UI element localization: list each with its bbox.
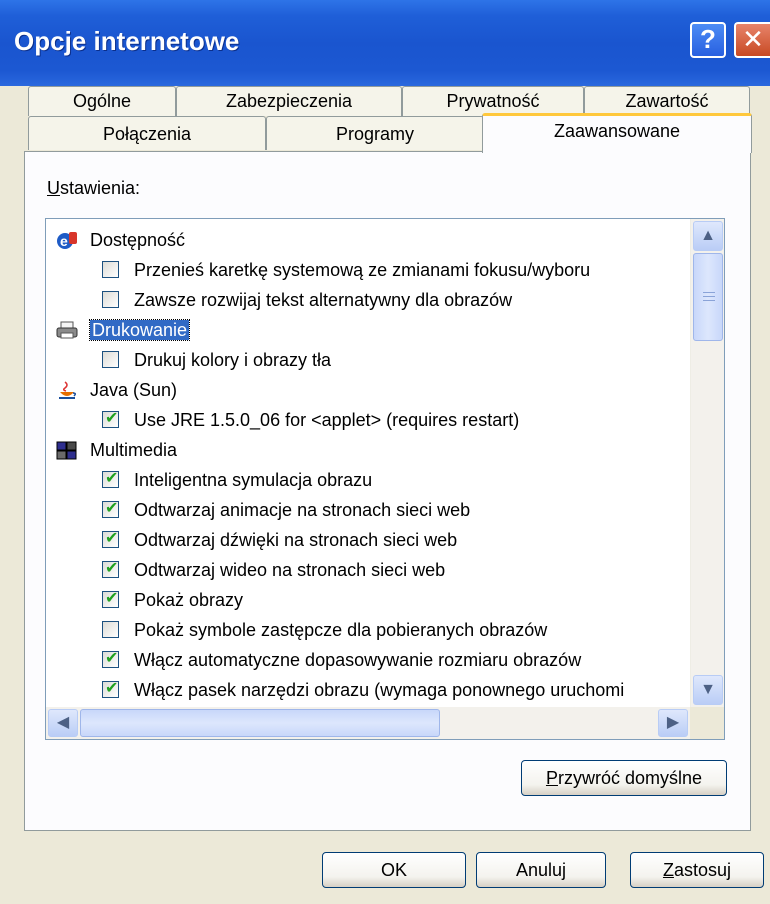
- tab-programs[interactable]: Programy: [266, 116, 484, 150]
- chevron-right-icon: ▶: [666, 714, 680, 731]
- checkbox[interactable]: ✔: [102, 470, 119, 488]
- list-item[interactable]: ✔ Włącz automatyczne dopasowywanie rozmi…: [46, 645, 686, 675]
- restore-defaults-button[interactable]: Przywróć domyślne: [521, 760, 727, 796]
- list-item[interactable]: Java (Sun): [46, 375, 686, 405]
- checkmark-icon: ✔: [105, 530, 119, 547]
- list-item[interactable]: ✔ Use JRE 1.5.0_06 for <applet> (require…: [46, 405, 686, 435]
- list-item[interactable]: Pokaż symbole zastępcze dla pobieranych …: [46, 615, 686, 645]
- horizontal-scrollbar[interactable]: ◀ ▶: [46, 707, 690, 739]
- checkbox[interactable]: ✔: [102, 590, 119, 608]
- scroll-corner: [690, 707, 724, 739]
- settings-tree[interactable]: e Dostępność Przenieś karetkę systemową …: [45, 218, 725, 740]
- java-icon: [59, 381, 77, 399]
- checkmark-icon: ✔: [105, 470, 119, 487]
- accessibility-icon: e: [57, 232, 77, 249]
- list-item[interactable]: e Dostępność: [46, 225, 686, 255]
- horizontal-scroll-thumb[interactable]: [80, 709, 440, 737]
- selected-category: Drukowanie: [88, 319, 191, 341]
- list-item[interactable]: Drukuj kolory i obrazy tła: [46, 345, 686, 375]
- checkbox[interactable]: ✔: [102, 650, 119, 668]
- checkbox[interactable]: ✔: [102, 500, 119, 518]
- ok-button[interactable]: OK: [322, 852, 466, 888]
- checkmark-icon: ✔: [105, 500, 119, 517]
- list-item[interactable]: ✔ Pokaż obrazy: [46, 585, 686, 615]
- list-item[interactable]: ✔ Odtwarzaj dźwięki na stronach sieci we…: [46, 525, 686, 555]
- checkbox[interactable]: ✔: [102, 410, 119, 428]
- chevron-up-icon: ▲: [700, 227, 716, 244]
- vertical-scroll-thumb[interactable]: [693, 253, 723, 341]
- cancel-button[interactable]: Anuluj: [476, 852, 606, 888]
- tab-general[interactable]: Ogólne: [28, 86, 176, 116]
- printer-icon: [56, 321, 78, 339]
- apply-button[interactable]: Zastosuj: [630, 852, 764, 888]
- close-button[interactable]: ✕: [734, 22, 770, 58]
- list-item[interactable]: ✔ Odtwarzaj animacje na stronach sieci w…: [46, 495, 686, 525]
- checkmark-icon: ✔: [105, 650, 119, 667]
- title-bar[interactable]: Opcje internetowe ? ✕: [0, 0, 770, 86]
- checkbox[interactable]: ✔: [102, 530, 119, 548]
- checkbox[interactable]: [102, 291, 119, 308]
- chevron-left-icon: ◀: [56, 714, 70, 731]
- help-button[interactable]: ?: [690, 22, 726, 58]
- close-icon: ✕: [742, 24, 764, 54]
- tab-content[interactable]: Zawartość: [584, 86, 750, 116]
- scroll-left-button[interactable]: ◀: [48, 709, 78, 737]
- list-item[interactable]: Drukowanie: [46, 315, 686, 345]
- scroll-down-button[interactable]: ▼: [693, 675, 723, 705]
- checkbox[interactable]: [102, 621, 119, 638]
- tab-security[interactable]: Zabezpieczenia: [176, 86, 402, 116]
- checkbox[interactable]: ✔: [102, 560, 119, 578]
- tab-privacy[interactable]: Prywatność: [402, 86, 584, 116]
- list-item[interactable]: ✔ Włącz pasek narzędzi obrazu (wymaga po…: [46, 675, 686, 705]
- tab-connections[interactable]: Połączenia: [28, 116, 266, 150]
- checkmark-icon: ✔: [105, 680, 119, 697]
- chevron-down-icon: ▼: [700, 681, 716, 698]
- checkbox[interactable]: [102, 261, 119, 278]
- checkbox[interactable]: [102, 351, 119, 368]
- svg-text:e: e: [60, 233, 68, 249]
- checkbox[interactable]: ✔: [102, 680, 119, 698]
- vertical-scrollbar[interactable]: ▲ ▼: [690, 219, 724, 707]
- list-item[interactable]: Przenieś karetkę systemową ze zmianami f…: [46, 255, 686, 285]
- settings-label: Ustawienia:: [47, 178, 141, 198]
- tab-advanced[interactable]: Zaawansowane: [482, 113, 752, 153]
- scroll-right-button[interactable]: ▶: [658, 709, 688, 737]
- help-icon: ?: [700, 24, 716, 54]
- list-item[interactable]: ✔ Inteligentna symulacja obrazu: [46, 465, 686, 495]
- scroll-up-button[interactable]: ▲: [693, 221, 723, 251]
- advanced-panel: Ustawienia: e Dostępność Przenieś karetk…: [24, 151, 751, 831]
- checkmark-icon: ✔: [105, 560, 119, 577]
- list-item[interactable]: ✔ Odtwarzaj wideo na stronach sieci web: [46, 555, 686, 585]
- list-item[interactable]: Zawsze rozwijaj tekst alternatywny dla o…: [46, 285, 686, 315]
- multimedia-icon: [56, 441, 77, 460]
- checkmark-icon: ✔: [105, 410, 119, 427]
- checkmark-icon: ✔: [105, 590, 119, 607]
- window-title: Opcje internetowe: [14, 26, 240, 56]
- list-item[interactable]: Multimedia: [46, 435, 686, 465]
